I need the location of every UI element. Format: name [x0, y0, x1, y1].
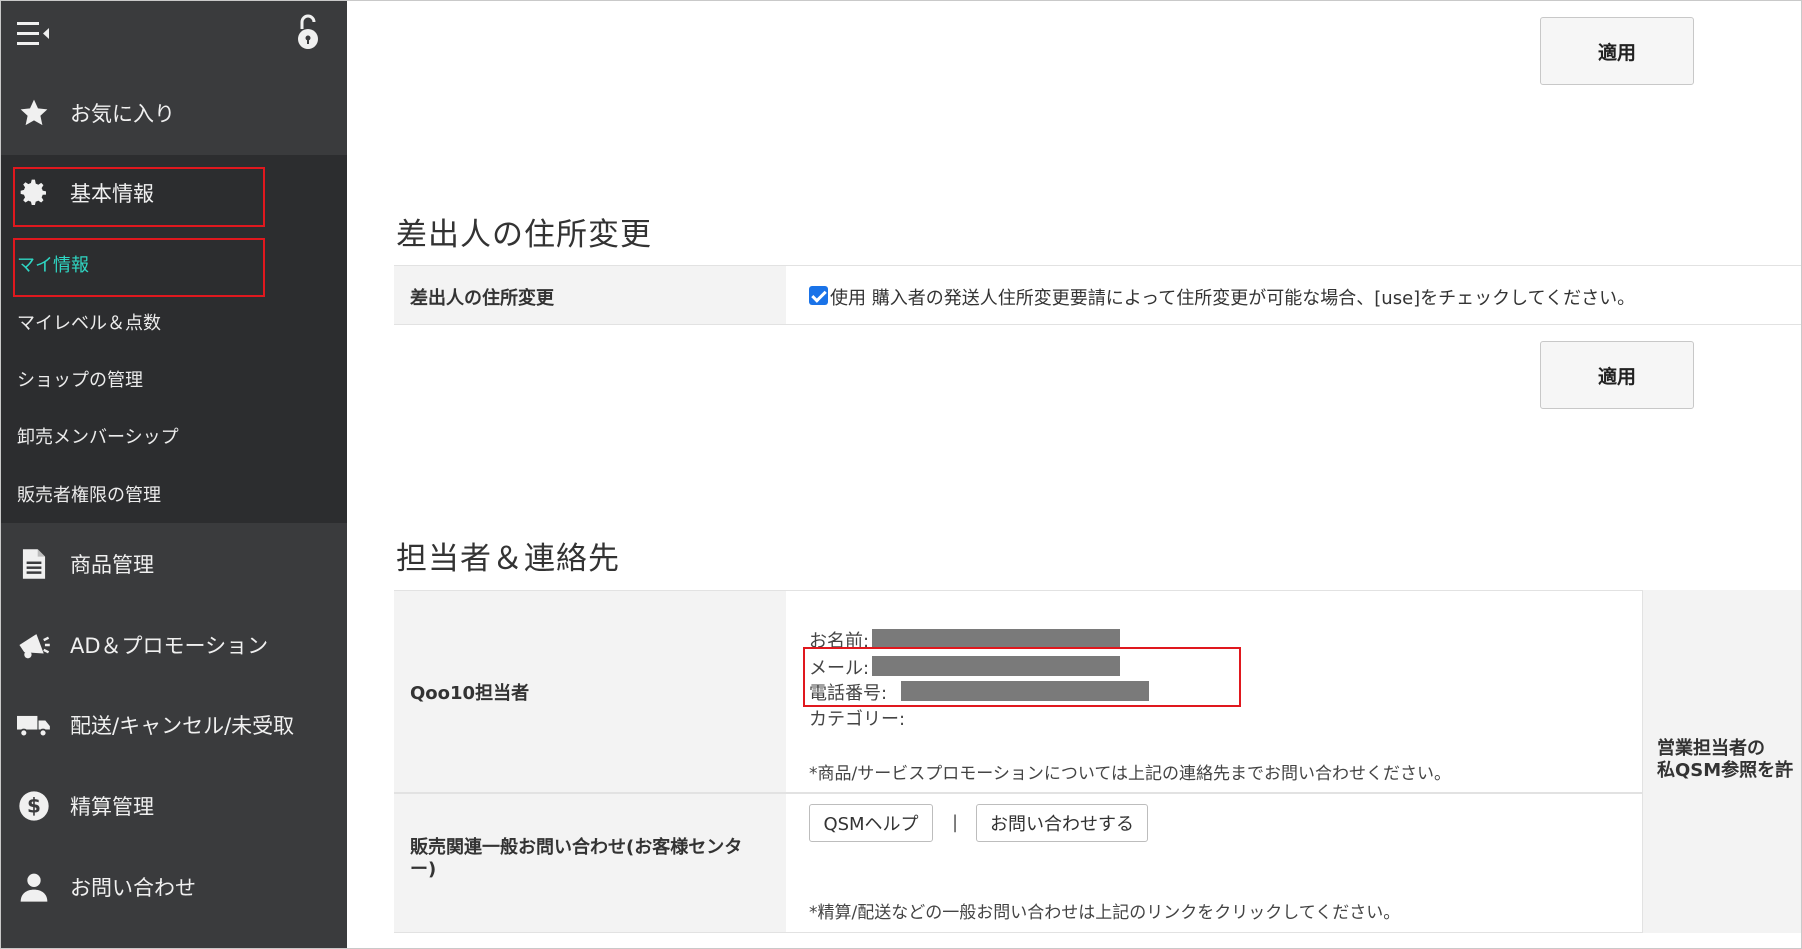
general-inquiry-row-label: 販売関連一般お問い合わせ(お客様センタ ー)	[410, 837, 742, 881]
sidebar-subitem-seller-permissions[interactable]: 販売者権限の管理	[17, 481, 161, 507]
star-icon	[17, 96, 51, 130]
app-frame: お気に入り 基本情報 マイ情報 マイレベル＆点数 ショップの管理 卸売メンバーシ…	[0, 0, 1802, 949]
sidebar-item-label: 配送/キャンセル/未受取	[70, 714, 295, 738]
dollar-icon: $	[17, 789, 51, 823]
general-inquiry-row: 販売関連一般お問い合わせ(お客様センタ ー) QSMヘルプ | お問い合わせする…	[394, 793, 1801, 933]
sender-address-row: 差出人の住所変更 使用 購入者の発送人住所変更要請によって住所変更が可能な場合、…	[394, 265, 1801, 325]
svg-text:$: $	[27, 794, 41, 818]
sender-address-row-label: 差出人の住所変更	[410, 288, 554, 309]
sidebar-item-label: AD＆プロモーション	[70, 634, 269, 658]
use-address-change-checkbox[interactable]	[809, 286, 828, 305]
sidebar-basic-info-group: 基本情報 マイ情報 マイレベル＆点数 ショップの管理 卸売メンバーシップ 販売者…	[1, 155, 347, 523]
use-address-change-text: 使用 購入者の発送人住所変更要請によって住所変更が可能な場合、[use]をチェッ…	[830, 288, 1636, 309]
sidebar-item-shipping[interactable]: 配送/キャンセル/未受取	[1, 691, 347, 759]
sidebar-item-product-management[interactable]: 商品管理	[1, 530, 347, 598]
sidebar-subitem-shop-management[interactable]: ショップの管理	[17, 366, 143, 392]
qsm-help-button[interactable]: QSMヘルプ	[809, 804, 933, 842]
user-icon	[17, 870, 51, 904]
contact-section-title: 担当者＆連絡先	[396, 541, 620, 577]
megaphone-icon	[17, 628, 51, 662]
button-separator: |	[952, 812, 959, 833]
contact-name-label: お名前:	[809, 631, 870, 652]
contact-category-label: カテゴリー:	[809, 709, 906, 730]
sales-rep-permission-label-line2: 私QSM参照を許	[1657, 760, 1794, 781]
sidebar-item-favorites[interactable]: お気に入り	[1, 79, 347, 147]
contact-mail-label: メール:	[809, 658, 870, 679]
sidebar-item-ad-promotion[interactable]: AD＆プロモーション	[1, 611, 347, 679]
sidebar-item-label: お気に入り	[70, 102, 175, 126]
sidebar-item-label: 基本情報	[70, 182, 154, 206]
sidebar-item-settlement[interactable]: $ 精算管理	[1, 772, 347, 840]
sidebar-topbar	[1, 1, 347, 67]
contact-us-button[interactable]: お問い合わせする	[976, 804, 1148, 842]
main-content: 適用 差出人の住所変更 差出人の住所変更 使用 購入者の発送人住所変更要請によっ…	[348, 1, 1801, 948]
sales-rep-permission-label-line1: 営業担当者の	[1657, 738, 1765, 759]
sidebar-subitem-wholesale-membership[interactable]: 卸売メンバーシップ	[17, 423, 179, 449]
general-inquiry-row-header: 販売関連一般お問い合わせ(お客様センタ ー)	[394, 794, 786, 932]
sidebar-subitem-my-info[interactable]: マイ情報	[17, 251, 89, 277]
redacted-phone	[901, 681, 1149, 701]
general-inquiry-label-line1: 販売関連一般お問い合わせ(お客様センタ	[410, 837, 743, 858]
sidebar-item-basic-info[interactable]: 基本情報	[1, 159, 347, 227]
sidebar-item-label: 精算管理	[70, 795, 154, 819]
sidebar-item-label: 商品管理	[70, 553, 154, 577]
redacted-mail	[872, 656, 1120, 676]
general-inquiry-label-line2: ー)	[410, 859, 437, 880]
qoo10-contact-row-label: Qoo10担当者	[410, 683, 530, 704]
qoo10-contact-row: Qoo10担当者 お名前: メール: 電話番号: カテゴリー: *商品/サービス…	[394, 590, 1801, 793]
unlock-icon[interactable]	[293, 13, 323, 51]
redacted-name	[872, 629, 1120, 649]
sender-address-row-value: 使用 購入者の発送人住所変更要請によって住所変更が可能な場合、[use]をチェッ…	[786, 266, 1801, 324]
sender-address-row-header: 差出人の住所変更	[394, 266, 786, 324]
hamburger-collapse-icon[interactable]	[17, 19, 51, 49]
sidebar: お気に入り 基本情報 マイ情報 マイレベル＆点数 ショップの管理 卸売メンバーシ…	[1, 1, 347, 948]
document-icon	[17, 547, 51, 581]
contact-phone-label: 電話番号:	[809, 683, 888, 704]
qoo10-contact-row-header: Qoo10担当者	[394, 591, 786, 792]
general-inquiry-note: *精算/配送などの一般お問い合わせは上記のリンクをクリックしてください。	[809, 903, 1401, 923]
sidebar-subitem-my-level[interactable]: マイレベル＆点数	[17, 309, 161, 335]
apply-button-sender[interactable]: 適用	[1540, 341, 1694, 409]
sidebar-item-inquiry[interactable]: お問い合わせ	[1, 853, 347, 921]
apply-button-top[interactable]: 適用	[1540, 17, 1694, 85]
sales-rep-permission-column: 営業担当者の 私QSM参照を許	[1642, 590, 1801, 933]
truck-icon	[17, 708, 51, 742]
promotion-contact-note: *商品/サービスプロモーションについては上記の連絡先までお問い合わせください。	[809, 764, 1452, 784]
gear-icon	[17, 176, 51, 210]
sidebar-item-label: お問い合わせ	[70, 876, 196, 900]
sender-address-section-title: 差出人の住所変更	[396, 217, 652, 253]
